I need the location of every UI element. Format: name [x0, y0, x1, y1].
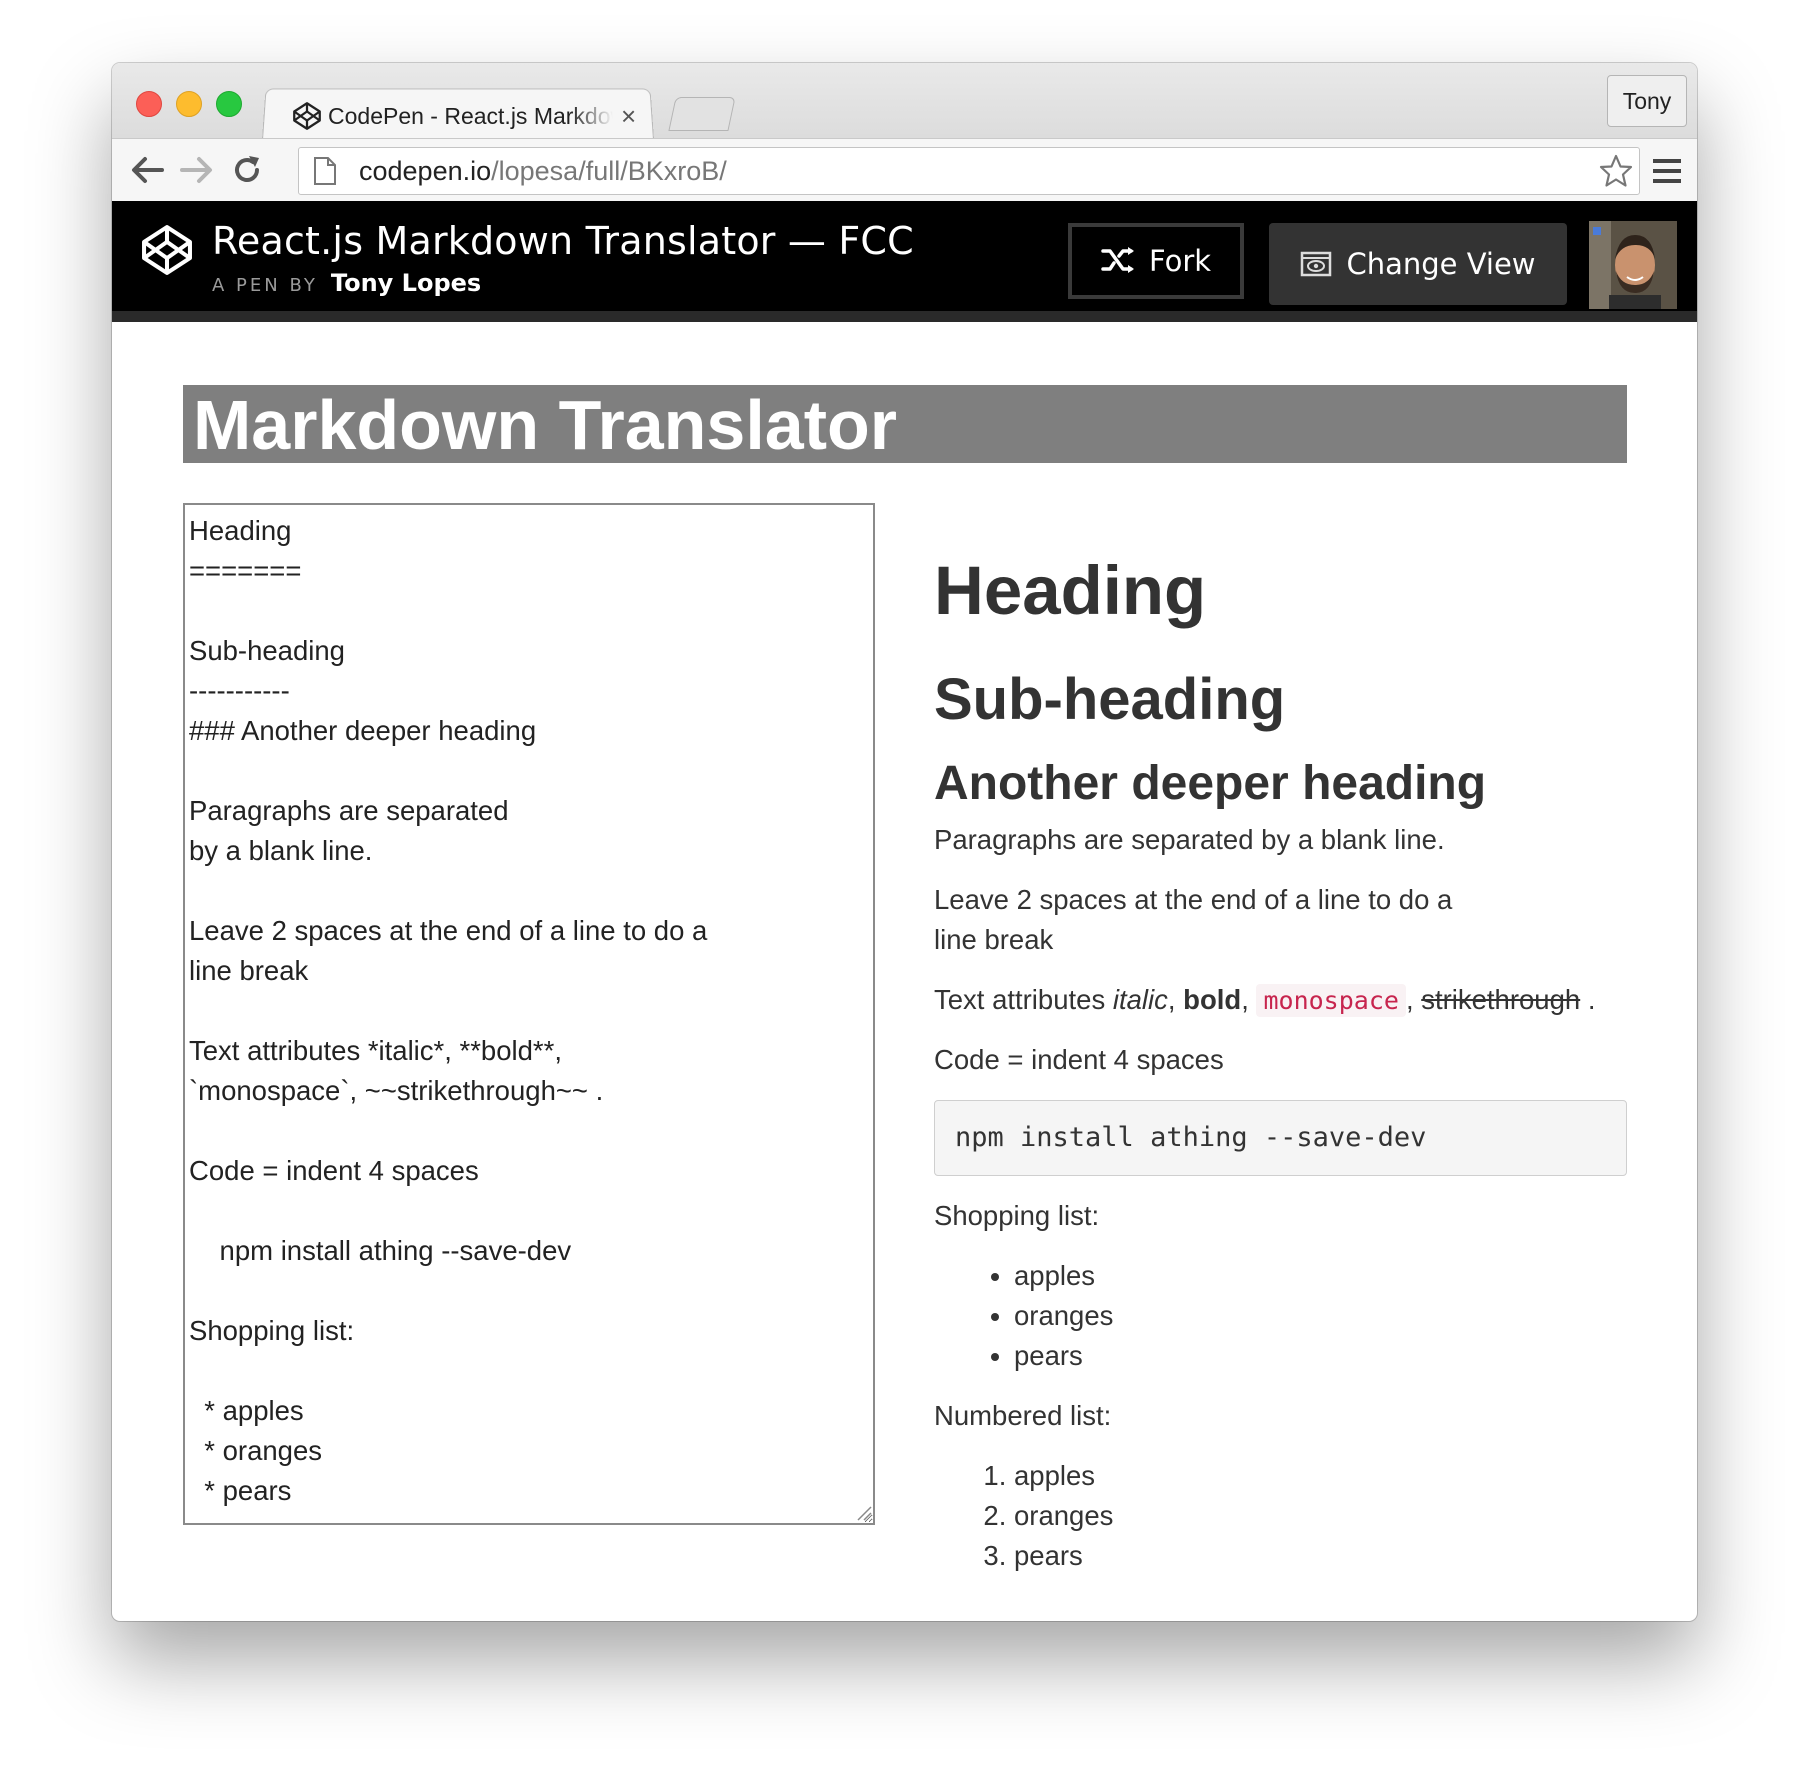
- preview-code-intro: Code = indent 4 spaces: [934, 1044, 1224, 1075]
- preview-numbered-list: apples oranges pears: [934, 1456, 1627, 1576]
- reload-button[interactable]: [228, 151, 266, 189]
- preview-code-block: npm install athing --save-dev: [934, 1100, 1627, 1176]
- preview-heading-1: Heading: [934, 552, 1207, 629]
- preview-numbered-label: Numbered list:: [934, 1400, 1112, 1431]
- tab-content[interactable]: CodePen - React.js Markdown Translator —…: [292, 93, 652, 139]
- address-bar[interactable]: codepen.io/lopesa/full/BKxroB/: [298, 147, 1640, 195]
- forward-arrow-icon: [180, 157, 212, 183]
- list-item: pears: [1014, 1536, 1627, 1576]
- list-item: pears: [1014, 1336, 1627, 1376]
- tab-strip: CodePen - React.js Markdown Translator —…: [112, 63, 1697, 140]
- preview-heading-2: Sub-heading: [934, 667, 1286, 732]
- pen-byline: A PEN BY Tony Lopes: [212, 269, 481, 297]
- preview-shopping-list: apples oranges pears: [934, 1256, 1627, 1396]
- markdown-editor[interactable]: Heading ======= Sub-heading ----------- …: [183, 503, 875, 1525]
- user-avatar[interactable]: [1589, 221, 1677, 309]
- attrs-italic: italic: [1112, 984, 1168, 1015]
- pen-title: React.js Markdown Translator — FCC: [212, 219, 914, 263]
- menu-icon[interactable]: [1651, 157, 1683, 185]
- markdown-preview: Heading Sub-heading Another deeper headi…: [934, 533, 1627, 1576]
- fork-button[interactable]: Fork: [1068, 223, 1244, 299]
- list-item: apples: [1014, 1256, 1627, 1296]
- change-view-button[interactable]: Change View: [1269, 223, 1567, 305]
- zoom-window-button[interactable]: [216, 91, 242, 117]
- linebreak-line-1: Leave 2 spaces at the end of a line to d…: [934, 884, 1453, 915]
- back-arrow-icon: [132, 157, 164, 183]
- tab-close-icon[interactable]: ×: [621, 101, 636, 132]
- preview-paragraph: Paragraphs are separated by a blank line…: [934, 824, 1445, 855]
- linebreak-line-2: line break: [934, 924, 1054, 955]
- forward-button[interactable]: [178, 151, 216, 189]
- page-banner: Markdown Translator: [183, 385, 1627, 464]
- tab-title: CodePen - React.js Markdown Translator —…: [328, 102, 613, 129]
- preview-attributes-paragraph: Text attributes italic, bold, monospace,…: [934, 980, 1627, 1040]
- profile-button[interactable]: Tony: [1607, 75, 1687, 127]
- pen-author-link[interactable]: Tony Lopes: [331, 269, 481, 297]
- view-icon: [1301, 251, 1332, 277]
- fork-button-label: Fork: [1148, 244, 1212, 278]
- preview-shopping-label: Shopping list:: [934, 1200, 1100, 1231]
- attrs-prefix: Text attributes: [934, 984, 1113, 1015]
- preview-heading-3: Another deeper heading: [934, 757, 1487, 810]
- new-tab-button[interactable]: [668, 97, 736, 131]
- attrs-end: .: [1580, 984, 1596, 1015]
- attrs-sep-2: ,: [1241, 984, 1257, 1015]
- browser-window: CodePen - React.js Markdown Translator —…: [112, 63, 1697, 1621]
- browser-toolbar: codepen.io/lopesa/full/BKxroB/: [112, 138, 1697, 203]
- url-host: codepen.io: [359, 155, 492, 186]
- bookmark-star-icon[interactable]: [1599, 154, 1633, 188]
- attrs-bold: bold: [1183, 984, 1242, 1015]
- minimize-window-button[interactable]: [176, 91, 202, 117]
- preview-linebreak-paragraph: Leave 2 spaces at the end of a line to d…: [934, 880, 1627, 980]
- resize-grip-icon[interactable]: [856, 1505, 872, 1521]
- back-button[interactable]: [128, 151, 166, 189]
- attrs-sep-3: ,: [1405, 984, 1422, 1015]
- change-view-label: Change View: [1346, 247, 1536, 281]
- codepen-logo-icon[interactable]: [140, 223, 194, 277]
- reload-icon: [235, 156, 259, 182]
- codepen-header: React.js Markdown Translator — FCC A PEN…: [112, 201, 1697, 322]
- codepen-favicon-icon: [293, 102, 321, 130]
- list-item: oranges: [1014, 1296, 1627, 1336]
- list-item: apples: [1014, 1456, 1627, 1496]
- url-path: /lopesa/full/BKxroB/: [491, 155, 727, 186]
- attrs-monospace: monospace: [1256, 984, 1406, 1017]
- attrs-strikethrough: strikethrough: [1421, 984, 1581, 1015]
- page-icon: [314, 157, 336, 185]
- close-window-button[interactable]: [136, 91, 162, 117]
- attrs-sep-1: ,: [1167, 984, 1184, 1015]
- fork-icon: [1101, 247, 1134, 273]
- avatar-photo-icon: [1589, 221, 1677, 309]
- list-item: oranges: [1014, 1496, 1627, 1536]
- byline-prefix: A PEN BY: [212, 275, 318, 296]
